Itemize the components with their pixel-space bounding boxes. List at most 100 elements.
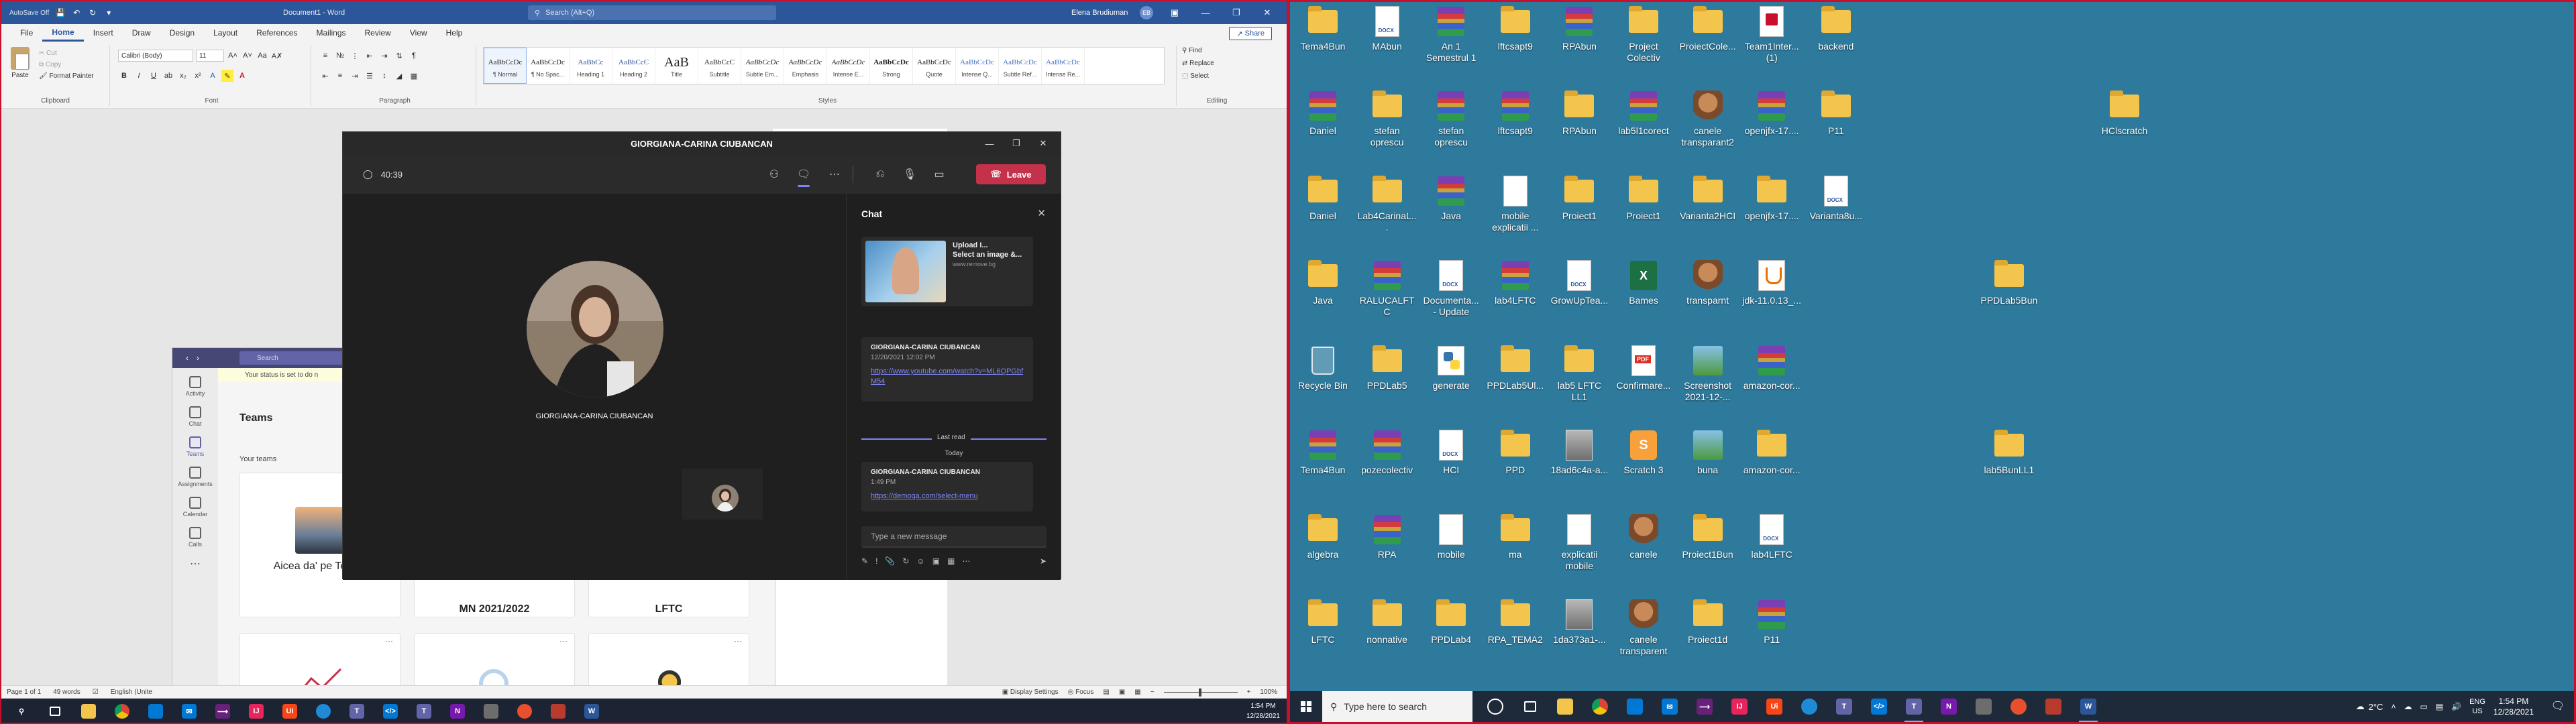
tab-help[interactable]: Help <box>437 24 472 42</box>
desktop-icon[interactable]: lab5l1corect <box>1613 89 1674 137</box>
send-icon[interactable]: ➤ <box>1040 556 1046 566</box>
notes-icon[interactable] <box>1966 691 2001 722</box>
page-count[interactable]: Page 1 of 1 <box>7 688 41 696</box>
desktop-icon[interactable]: explicatii mobile <box>1549 513 1609 572</box>
style-item[interactable]: AaBbCcDc Intense Re... <box>1042 48 1085 84</box>
pomodoro-icon[interactable] <box>543 699 573 723</box>
minimize-button[interactable]: — <box>976 132 1003 155</box>
zoom-level[interactable]: 100% <box>1260 688 1277 696</box>
forward-icon[interactable]: › <box>197 353 199 363</box>
battery-icon[interactable]: ▭ <box>2420 702 2427 711</box>
uipath-icon[interactable]: Ui <box>1757 691 1792 722</box>
minimize-button[interactable]: — <box>1190 1 1221 24</box>
start-button[interactable] <box>1290 691 1322 722</box>
teams-call-icon[interactable]: T <box>1896 691 1931 722</box>
onenote-icon[interactable]: N <box>1931 691 1966 722</box>
desktop-icon[interactable]: jdk-11.0.13_... <box>1741 259 1802 306</box>
nochrome-icon[interactable] <box>510 699 539 723</box>
desktop-icon[interactable]: lftcsapt9 <box>1485 5 1546 52</box>
desktop-icon[interactable]: RALUCALFTC <box>1357 259 1417 318</box>
line-spacing-icon[interactable]: ↕ <box>378 70 390 82</box>
save-icon[interactable]: 💾 <box>56 8 66 17</box>
desktop-icon[interactable]: Screenshot 2021-12-... <box>1678 344 1738 403</box>
tab-file[interactable]: File <box>11 24 42 42</box>
desktop-icon[interactable]: stefan oprescu <box>1357 89 1417 148</box>
desktop-icon[interactable]: DOCX Varianta8u... <box>1806 174 1866 222</box>
desktop-icon[interactable]: canele transparent <box>1613 598 1674 657</box>
share-screen-icon[interactable]: ▭ <box>928 163 951 186</box>
justify-icon[interactable]: ☰ <box>364 70 376 82</box>
desktop-icon[interactable]: transparnt <box>1678 259 1738 306</box>
style-item[interactable]: AaBbCcDc Strong <box>870 48 913 84</box>
highlight-icon[interactable]: ✎ <box>221 70 233 82</box>
mail-icon[interactable]: ✉ <box>1652 691 1687 722</box>
tab-view[interactable]: View <box>400 24 437 42</box>
word-icon[interactable]: W <box>577 699 606 723</box>
desktop-icon[interactable]: PPD <box>1485 428 1546 476</box>
desktop-icon[interactable]: Varianta2HCI <box>1678 174 1738 222</box>
tab-review[interactable]: Review <box>356 24 400 42</box>
proofing-icon[interactable]: ☑ <box>93 688 99 696</box>
edge-icon[interactable] <box>309 699 338 723</box>
chat-toggle-icon[interactable]: 🗨 <box>792 163 815 187</box>
desktop-icon[interactable]: Proiect1d <box>1678 598 1738 646</box>
desktop-icon[interactable]: RPAbun <box>1549 89 1609 137</box>
close-button[interactable]: ✕ <box>1030 132 1057 155</box>
style-item[interactable]: AaBbCcDc Subtle Ref... <box>999 48 1042 84</box>
store-icon[interactable] <box>141 699 170 723</box>
teams-icon[interactable]: T <box>1827 691 1862 722</box>
tab-layout[interactable]: Layout <box>204 24 247 42</box>
desktop-icon[interactable]: An 1 Semestrul 1 <box>1421 5 1481 64</box>
desktop-icon[interactable]: Team1Inter... (1) <box>1741 5 1802 64</box>
teams-icon[interactable]: T <box>342 699 372 723</box>
rail-item-calendar[interactable]: Calendar <box>183 497 207 518</box>
style-item[interactable]: AaBbCcDc ¶ Normal <box>484 48 527 84</box>
file-explorer-icon[interactable] <box>74 699 103 723</box>
replace-button[interactable]: ⇄ Replace <box>1182 60 1214 67</box>
desktop-icon[interactable]: mobile <box>1421 513 1481 560</box>
align-right-icon[interactable]: ⇥ <box>349 70 361 82</box>
visual-studio-icon[interactable]: ⟶ <box>1687 691 1722 722</box>
zoom-slider[interactable] <box>1163 688 1238 697</box>
increase-indent-icon[interactable]: ⇥ <box>378 50 390 62</box>
change-case-icon[interactable]: Aa <box>256 50 268 62</box>
strikethrough-icon[interactable]: ab <box>162 70 174 82</box>
zoom-out-icon[interactable]: − <box>1150 688 1155 696</box>
notes-icon[interactable] <box>476 699 506 723</box>
user-avatar[interactable]: EB <box>1140 6 1153 19</box>
desktop-icon[interactable]: Java <box>1421 174 1481 222</box>
cut-button[interactable]: ✂ Cut <box>39 50 94 57</box>
close-button[interactable]: ✕ <box>1252 1 1283 24</box>
tab-mailings[interactable]: Mailings <box>307 24 355 42</box>
shrink-font-icon[interactable]: A˅ <box>241 50 254 62</box>
desktop-icon[interactable]: Proiect1Bun <box>1678 513 1738 560</box>
desktop-icon[interactable]: amazon-cor... <box>1741 428 1802 476</box>
clear-formatting-icon[interactable]: A✗ <box>271 50 283 62</box>
desktop-icon[interactable]: Recycle Bin <box>1293 344 1353 391</box>
style-item[interactable]: AaBbCcDc ¶ No Spac... <box>527 48 570 84</box>
multilevel-list-icon[interactable]: ⋮ <box>349 50 361 62</box>
desktop-icon[interactable]: mobile explicatii ... <box>1485 174 1546 233</box>
desktop-icon[interactable]: DOCX HCI <box>1421 428 1481 476</box>
font-color-icon[interactable]: A <box>236 70 248 82</box>
priority-icon[interactable]: ! <box>875 556 877 566</box>
grow-font-icon[interactable]: A˄ <box>227 50 239 62</box>
undo-icon[interactable]: ↶ <box>72 8 81 17</box>
desktop-icon[interactable]: nonnative <box>1357 598 1417 646</box>
read-mode-icon[interactable]: ▤ <box>1103 688 1109 696</box>
desktop-icon[interactable]: 18ad6c4a-a... <box>1549 428 1609 476</box>
ribbon-display-icon[interactable]: ▣ <box>1159 1 1190 24</box>
vscode-icon[interactable]: </> <box>1862 691 1896 722</box>
desktop-icon[interactable]: canele <box>1613 513 1674 560</box>
paste-button[interactable]: Paste <box>7 47 34 88</box>
attach-icon[interactable]: 📎 <box>885 556 895 566</box>
desktop-icon[interactable]: S Scratch 3 <box>1613 428 1674 476</box>
format-icon[interactable]: ✎ <box>861 556 868 566</box>
rail-item-assignments[interactable]: Assignments <box>178 467 213 487</box>
decrease-indent-icon[interactable]: ⇤ <box>364 50 376 62</box>
style-item[interactable]: AaBbCcDc Subtle Em... <box>741 48 784 84</box>
desktop-icon[interactable]: Tema4Bun <box>1293 428 1353 476</box>
close-icon[interactable]: ✕ <box>1037 207 1046 219</box>
desktop-icon[interactable]: X Bames <box>1613 259 1674 306</box>
maximize-button[interactable]: ❐ <box>1003 132 1030 155</box>
